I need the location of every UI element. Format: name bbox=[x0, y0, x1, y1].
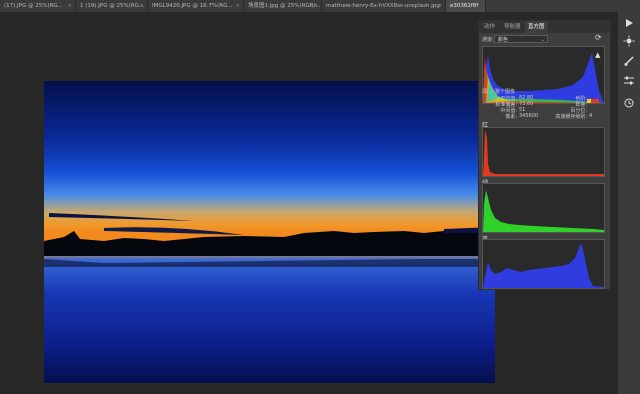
photo-image bbox=[44, 81, 495, 383]
document-tab[interactable]: 1 (19).JPG @ 25%(RG... × bbox=[76, 0, 148, 12]
cache-label: 高速缓存级别: bbox=[555, 114, 587, 120]
tab-label: IMGL9420.JPG @ 16.7%(RG... bbox=[152, 3, 233, 9]
histogram-panel: 动作 导航器 直方图 通道: 颜色 ⌄ ⟳ ▲ 源: 整个图像 平均值: 82.… bbox=[478, 20, 611, 290]
tab-label: 1 (19).JPG @ 25%(RG... bbox=[80, 3, 145, 9]
close-icon[interactable]: × bbox=[139, 0, 144, 12]
tab-label: matthew-henry-6x-hVXX8ss-unsplash.jpg bbox=[326, 3, 440, 9]
close-icon[interactable]: × bbox=[313, 0, 318, 12]
channel-value: 颜色 bbox=[498, 37, 509, 43]
source-label: 源: bbox=[482, 89, 489, 95]
red-histogram bbox=[482, 127, 605, 177]
tab-histogram[interactable]: 直方图 bbox=[525, 21, 548, 33]
tab-label: (17).JPG @ 25%(RG... bbox=[4, 3, 63, 9]
history-icon[interactable] bbox=[623, 94, 635, 108]
document-tab-bar: (17).JPG @ 25%(RG... × 1 (19).JPG @ 25%(R… bbox=[0, 0, 640, 12]
warning-icon: ▲ bbox=[595, 51, 601, 59]
sliders-icon[interactable] bbox=[623, 72, 635, 85]
brush-icon[interactable] bbox=[623, 52, 635, 66]
close-icon[interactable]: × bbox=[437, 0, 442, 12]
document-tab-active[interactable]: e30362f8f bbox=[446, 0, 486, 12]
document-tab[interactable]: IMGL9420.JPG @ 16.7%(RG... × bbox=[148, 0, 244, 12]
lake-sunset-photo[interactable] bbox=[44, 81, 495, 383]
tab-navigator[interactable]: 导航器 bbox=[501, 21, 524, 33]
source-value[interactable]: 整个图像 bbox=[495, 88, 515, 95]
green-histogram bbox=[482, 183, 605, 233]
pixels-value: 345600 bbox=[519, 113, 539, 119]
channel-select[interactable]: 颜色 ⌄ bbox=[494, 35, 548, 43]
panel-tab-bar: 动作 导航器 直方图 bbox=[479, 21, 610, 33]
refresh-icon[interactable]: ⟳ bbox=[595, 33, 602, 42]
close-icon[interactable]: × bbox=[235, 0, 240, 12]
red-histogram-graph bbox=[483, 130, 604, 176]
play-icon[interactable] bbox=[623, 14, 635, 27]
cache-value: 4 bbox=[589, 113, 593, 119]
close-icon[interactable]: × bbox=[67, 0, 72, 12]
channel-label: 通道: bbox=[482, 37, 494, 43]
blue-histogram bbox=[482, 239, 605, 289]
blue-histogram-graph bbox=[483, 243, 604, 288]
green-histogram-graph bbox=[483, 190, 604, 232]
right-tool-strip bbox=[618, 12, 640, 394]
document-tab[interactable]: matthew-henry-6x-hVXX8ss-unsplash.jpg × bbox=[322, 0, 446, 12]
sun-icon[interactable] bbox=[623, 32, 635, 47]
tab-label: 场景图1.jpg @ 25%(RGB/... bbox=[248, 3, 321, 9]
tab-label: e30362f8f bbox=[450, 3, 479, 9]
pixels-label: 像素: bbox=[505, 114, 517, 120]
chevron-down-icon: ⌄ bbox=[540, 37, 545, 43]
tab-actions[interactable]: 动作 bbox=[481, 21, 498, 33]
document-tab[interactable]: (17).JPG @ 25%(RG... × bbox=[0, 0, 76, 12]
document-tab[interactable]: 场景图1.jpg @ 25%(RGB/... × bbox=[244, 0, 322, 12]
